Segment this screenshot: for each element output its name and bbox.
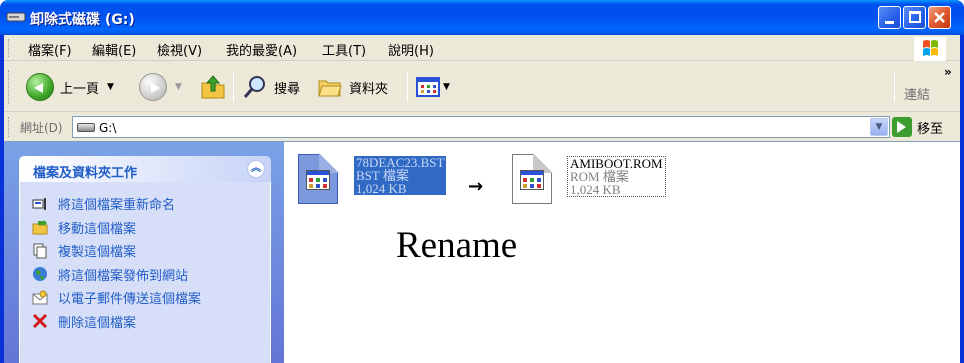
- explorer-window: 卸除式磁碟 (G:) 檔案(F) 編輯(E) 檢視(V) 我的最愛(A) 工具(…: [0, 0, 964, 363]
- address-bar: 網址(D) G:\ ▼ 移至: [4, 113, 960, 141]
- views-icon: [416, 77, 440, 97]
- task-panel-header[interactable]: 檔案及資料夾工作 ︽: [19, 156, 271, 182]
- views-button[interactable]: ▼: [416, 70, 450, 104]
- task-label: 將這個檔案重新命名: [58, 198, 176, 214]
- rom-file-icon[interactable]: [512, 153, 553, 204]
- views-dropdown-icon[interactable]: ▼: [443, 82, 450, 92]
- file-size: 1,024 KB: [570, 182, 621, 197]
- go-button[interactable]: 移至: [892, 117, 943, 137]
- folder-up-icon: [201, 75, 225, 99]
- rename-icon: [32, 196, 48, 212]
- rename-annotation: Rename: [396, 225, 518, 266]
- client-area: 檔案(F) 編輯(E) 檢視(V) 我的最愛(A) 工具(T) 說明(H) 上一…: [4, 35, 960, 363]
- title-bar[interactable]: 卸除式磁碟 (G:): [0, 0, 964, 35]
- menu-favorites[interactable]: 我的最愛(A): [226, 40, 297, 59]
- address-label: 網址(D): [20, 121, 63, 135]
- email-icon: [32, 290, 48, 306]
- address-dropdown-icon[interactable]: ▼: [870, 118, 888, 136]
- bst-file-label[interactable]: 78DEAC23.BST BST 檔案 1,024 KB: [354, 156, 447, 196]
- menu-edit[interactable]: 編輯(E): [92, 40, 136, 59]
- menu-tools[interactable]: 工具(T): [322, 40, 366, 59]
- search-icon: [243, 76, 265, 98]
- menu-help[interactable]: 說明(H): [388, 40, 434, 59]
- go-label: 移至: [917, 121, 944, 137]
- menubar-grip[interactable]: [8, 39, 11, 57]
- toolbar-overflow-icon[interactable]: »: [944, 65, 952, 79]
- rename-arrow: →: [468, 176, 484, 197]
- address-input[interactable]: G:\ ▼: [72, 116, 890, 138]
- task-label: 刪除這個檔案: [58, 315, 137, 331]
- back-button[interactable]: 上一頁 ▼: [26, 70, 114, 104]
- toolbar-grip[interactable]: [8, 70, 11, 104]
- task-pane: 檔案及資料夾工作 ︽ 將這個檔案重新命名 移動這個檔案 複製這個檔案 將這個檔案…: [4, 142, 284, 363]
- task-label: 將這個檔案發佈到網站: [58, 268, 189, 284]
- close-button[interactable]: [928, 6, 951, 29]
- menu-file[interactable]: 檔案(F): [28, 40, 72, 59]
- move-icon: [32, 219, 48, 235]
- forward-arrow-icon: [139, 73, 167, 101]
- main-area: 檔案及資料夾工作 ︽ 將這個檔案重新命名 移動這個檔案 複製這個檔案 將這個檔案…: [4, 141, 960, 363]
- up-button[interactable]: [199, 70, 227, 104]
- minimize-button[interactable]: [878, 6, 901, 29]
- folders-button[interactable]: 資料夾: [317, 70, 388, 104]
- task-label: 複製這個檔案: [58, 245, 137, 261]
- task-email[interactable]: 以電子郵件傳送這個檔案: [20, 286, 270, 310]
- toolbar-separator: [407, 72, 408, 102]
- bst-file-icon[interactable]: [298, 153, 339, 204]
- task-move[interactable]: 移動這個檔案: [20, 216, 270, 240]
- back-arrow-icon: [26, 73, 54, 101]
- minimize-icon: [885, 21, 894, 24]
- task-copy[interactable]: 複製這個檔案: [20, 239, 270, 263]
- windows-logo-icon: [914, 37, 946, 61]
- menu-view[interactable]: 檢視(V): [157, 40, 202, 59]
- go-arrow-icon: [892, 117, 912, 137]
- toolbar-separator: [233, 72, 234, 102]
- task-rename[interactable]: 將這個檔案重新命名: [20, 192, 270, 216]
- rom-file-label[interactable]: AMIBOOT.ROM ROM 檔案 1,024 KB: [567, 156, 666, 197]
- folders-label: 資料夾: [349, 81, 389, 97]
- task-label: 以電子郵件傳送這個檔案: [58, 292, 202, 308]
- maximize-button[interactable]: [903, 6, 926, 29]
- task-delete[interactable]: 刪除這個檔案: [20, 310, 270, 334]
- maximize-icon: [909, 11, 921, 23]
- standard-toolbar: 上一頁 ▼ ▼ 搜尋 資料夾 ▼ » 連結: [4, 62, 960, 112]
- address-value[interactable]: G:\: [99, 121, 116, 135]
- file-folder-tasks-panel: 檔案及資料夾工作 ︽ 將這個檔案重新命名 移動這個檔案 複製這個檔案 將這個檔案…: [19, 156, 271, 363]
- close-icon: [934, 12, 945, 23]
- links-label[interactable]: 連結: [904, 84, 930, 103]
- addressbar-grip[interactable]: [8, 117, 11, 137]
- toolbar-separator: [894, 72, 895, 102]
- copy-icon: [32, 243, 48, 259]
- back-dropdown-icon[interactable]: ▼: [107, 82, 114, 92]
- removable-drive-icon: [6, 10, 26, 24]
- search-button[interactable]: 搜尋: [242, 70, 300, 104]
- file-size: 1,024 KB: [356, 181, 407, 196]
- search-label: 搜尋: [274, 81, 301, 97]
- task-publish-web[interactable]: 將這個檔案發佈到網站: [20, 263, 270, 287]
- collapse-chevron-icon[interactable]: ︽: [247, 160, 265, 178]
- task-label: 移動這個檔案: [58, 221, 137, 237]
- back-label: 上一頁: [60, 81, 100, 97]
- file-view: 78DEAC23.BST BST 檔案 1,024 KB → AMIBOOT.R…: [284, 142, 960, 363]
- forward-button[interactable]: ▼: [139, 70, 182, 104]
- delete-icon: [32, 313, 48, 329]
- publish-web-icon: [32, 266, 48, 282]
- drive-icon: [77, 123, 95, 132]
- window-title: 卸除式磁碟 (G:): [30, 12, 135, 28]
- task-panel-title: 檔案及資料夾工作: [33, 166, 138, 181]
- forward-dropdown-icon[interactable]: ▼: [175, 82, 182, 92]
- menu-bar: 檔案(F) 編輯(E) 檢視(V) 我的最愛(A) 工具(T) 說明(H): [4, 35, 960, 61]
- task-list: 將這個檔案重新命名 移動這個檔案 複製這個檔案 將這個檔案發佈到網站 以電子郵件…: [19, 182, 271, 363]
- folders-icon: [318, 80, 342, 97]
